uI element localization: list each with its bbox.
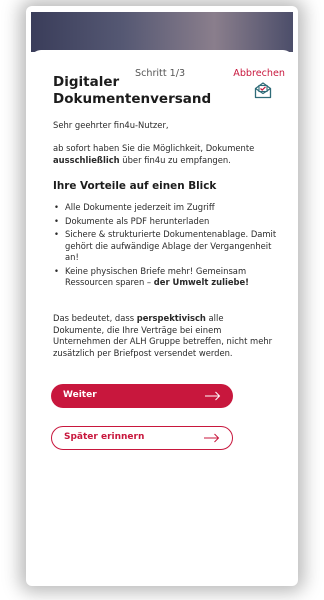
phone-screen: Schritt 1/3 Abbrechen Digitaler Dokument… xyxy=(31,12,293,578)
benefit-item: Sichere & strukturierte Dokumentenablage… xyxy=(53,229,279,264)
mail-document-icon xyxy=(254,82,272,99)
next-button[interactable]: Weiter xyxy=(51,384,233,408)
benefit-item: Dokumente als PDF herunterladen xyxy=(53,216,279,228)
benefit-item: Keine physischen Briefe mehr! Gemeinsam … xyxy=(53,266,279,289)
remind-later-button[interactable]: Später erinnern xyxy=(51,426,233,450)
next-button-label: Weiter xyxy=(63,390,97,400)
cancel-link[interactable]: Abbrechen xyxy=(233,68,285,79)
arrow-right-icon xyxy=(204,433,220,443)
arrow-right-icon xyxy=(205,391,221,401)
outro-paragraph: Das bedeutet, dass perspektivisch alle D… xyxy=(53,313,273,358)
benefits-list: Alle Dokumente jederzeit im Zugriff Doku… xyxy=(53,202,279,291)
benefit-item: Alle Dokumente jederzeit im Zugriff xyxy=(53,202,279,214)
intro-paragraph: ab sofort haben Sie die Möglichkeit, Dok… xyxy=(53,143,255,165)
greeting-text: Sehr geehrter fin4u-Nutzer, xyxy=(53,120,169,130)
background-photo xyxy=(31,12,293,52)
remind-later-button-label: Später erinnern xyxy=(64,432,145,442)
page-title: Digitaler Dokumentenversand xyxy=(53,74,212,107)
benefits-heading: Ihre Vorteile auf einen Blick xyxy=(53,180,217,192)
